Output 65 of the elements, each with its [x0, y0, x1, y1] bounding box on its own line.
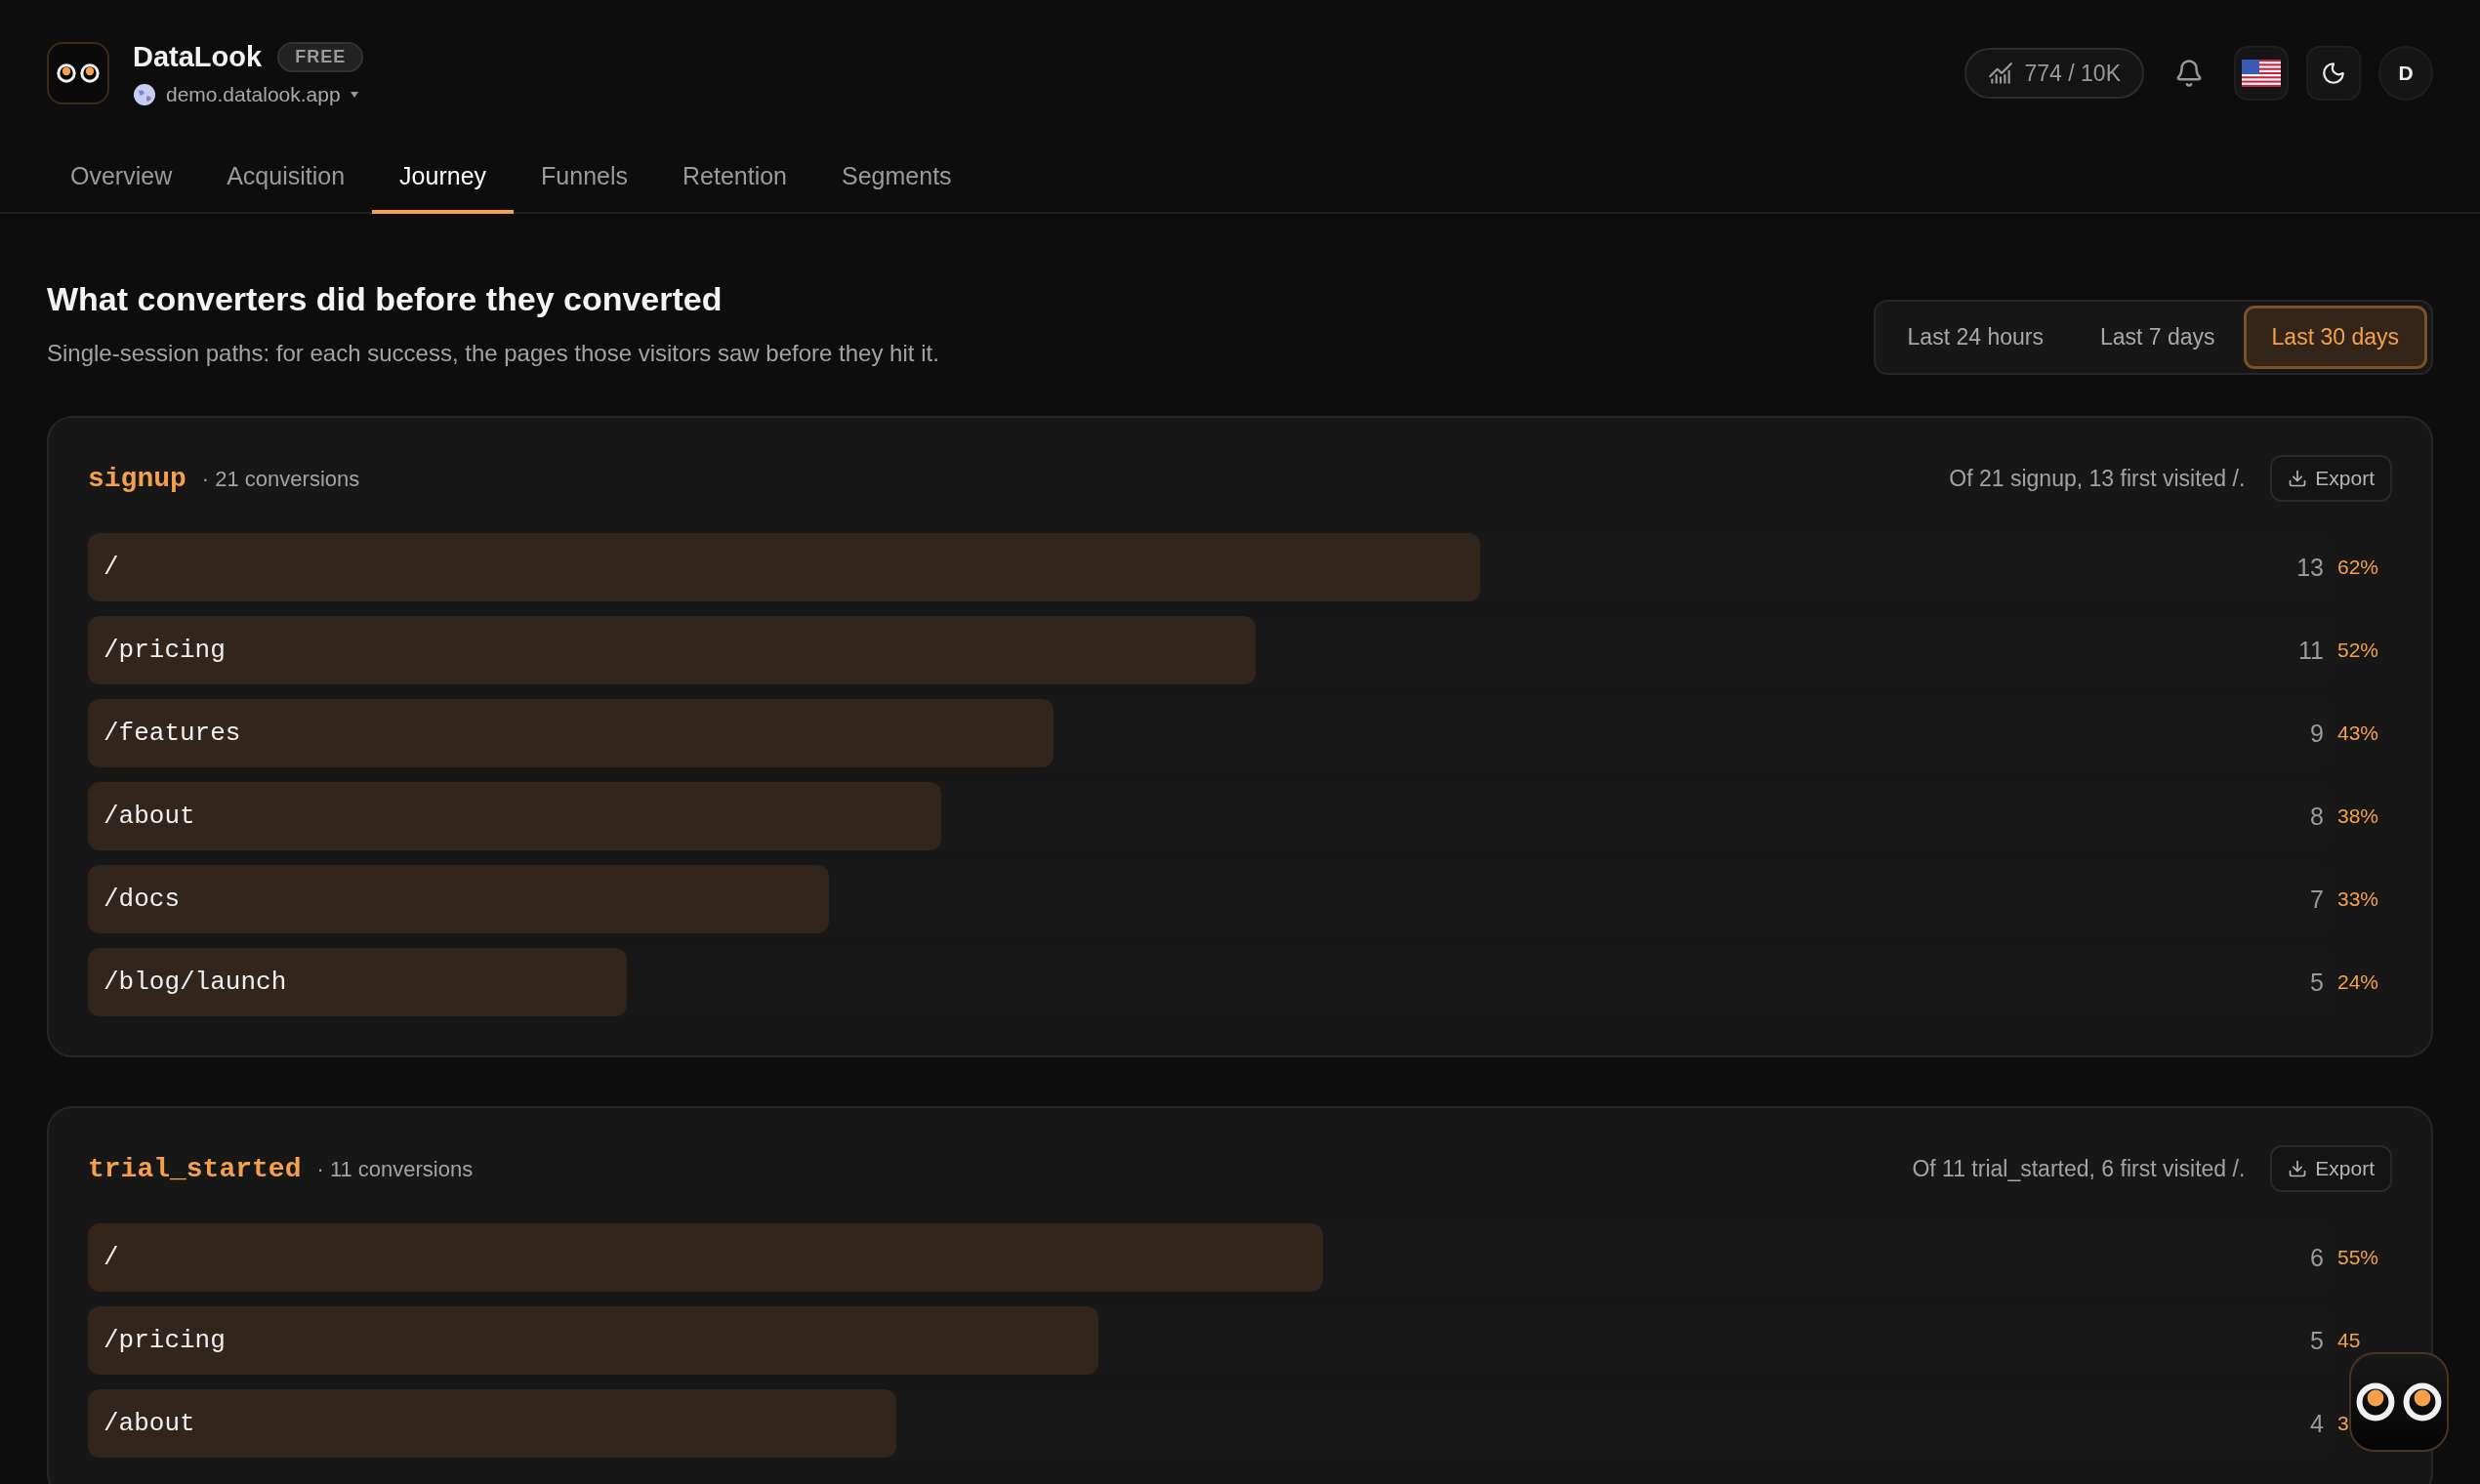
download-icon — [2288, 1159, 2308, 1178]
app-logo[interactable] — [47, 42, 109, 104]
assistant-button[interactable] — [2349, 1352, 2449, 1452]
app-name: DataLook — [133, 40, 263, 73]
conversion-count: · 21 conversions — [201, 466, 360, 492]
caret-icon — [350, 91, 358, 98]
page-path: /features — [103, 719, 241, 748]
visit-percent: 43% — [2337, 721, 2378, 745]
nav-tab[interactable]: Retention — [655, 146, 815, 214]
page-path: /docs — [103, 885, 180, 914]
range-option[interactable]: Last 30 days — [2243, 306, 2427, 369]
goal-summary: Of 11 trial_started, 6 first visited /. — [1912, 1155, 2246, 1182]
visit-percent: 3 — [2337, 1412, 2350, 1435]
usage-meter[interactable]: 774 / 10K — [1963, 48, 2144, 99]
visit-count: 5 — [2310, 1326, 2324, 1355]
visit-percent: 55% — [2337, 1246, 2378, 1269]
visit-percent: 52% — [2337, 639, 2378, 662]
visit-count: 11 — [2298, 636, 2324, 665]
eyes-icon — [2356, 1382, 2442, 1422]
visit-count: 8 — [2310, 802, 2324, 831]
export-button[interactable]: Export — [2270, 455, 2392, 502]
visit-percent: 24% — [2337, 970, 2378, 994]
page-path: /about — [103, 802, 195, 831]
page-path: /pricing — [103, 636, 226, 665]
page-path: /about — [103, 1409, 195, 1438]
nav-tab[interactable]: Funnels — [514, 146, 655, 214]
export-button[interactable]: Export — [2270, 1145, 2392, 1192]
download-icon — [2288, 469, 2308, 488]
event-name: trial_started — [88, 1153, 302, 1184]
event-name: signup — [88, 463, 186, 494]
theme-button[interactable] — [2306, 46, 2361, 101]
page-title: What converters did before they converted — [47, 280, 723, 318]
nav-tab[interactable]: Acquisition — [199, 146, 373, 214]
language-button[interactable] — [2234, 46, 2289, 101]
goal-summary: Of 21 signup, 13 first visited /. — [1949, 465, 2246, 492]
visit-count: 4 — [2310, 1409, 2324, 1438]
page-path: /blog/launch — [103, 968, 287, 997]
page-path: /pricing — [103, 1326, 226, 1355]
page-path: / — [103, 1243, 119, 1272]
visit-percent: 45 — [2337, 1329, 2362, 1352]
visit-count: 6 — [2310, 1243, 2324, 1272]
eyes-icon — [57, 63, 100, 83]
visit-percent: 62% — [2337, 556, 2378, 579]
plan-badge: FREE — [277, 41, 364, 72]
moon-icon — [2321, 61, 2346, 86]
globe-icon — [133, 82, 156, 106]
range-option[interactable]: Last 7 days — [2071, 306, 2244, 369]
visit-percent: 33% — [2337, 887, 2378, 911]
range-option[interactable]: Last 24 hours — [1879, 306, 2072, 369]
nav-tab[interactable]: Segments — [814, 146, 979, 214]
visit-percent: 38% — [2337, 804, 2378, 828]
visit-count: 5 — [2310, 968, 2324, 997]
nav-tab[interactable]: Overview — [43, 146, 200, 214]
visit-count: 9 — [2310, 719, 2324, 748]
bell-icon — [2174, 59, 2204, 88]
site-selector[interactable]: demo.datalook.app — [166, 82, 341, 106]
conversion-count: · 11 conversions — [316, 1156, 474, 1182]
chart-icon — [1987, 61, 2013, 86]
us-flag-icon — [2242, 60, 2281, 87]
page-subtitle: Single-session paths: for each success, the pages those visitors saw before they hit it. — [47, 340, 939, 367]
avatar-button[interactable]: D — [2378, 46, 2433, 101]
visit-count: 7 — [2310, 885, 2324, 914]
nav-tab[interactable]: Journey — [372, 146, 515, 214]
page-path: / — [103, 553, 119, 582]
visit-count: 13 — [2296, 553, 2324, 582]
